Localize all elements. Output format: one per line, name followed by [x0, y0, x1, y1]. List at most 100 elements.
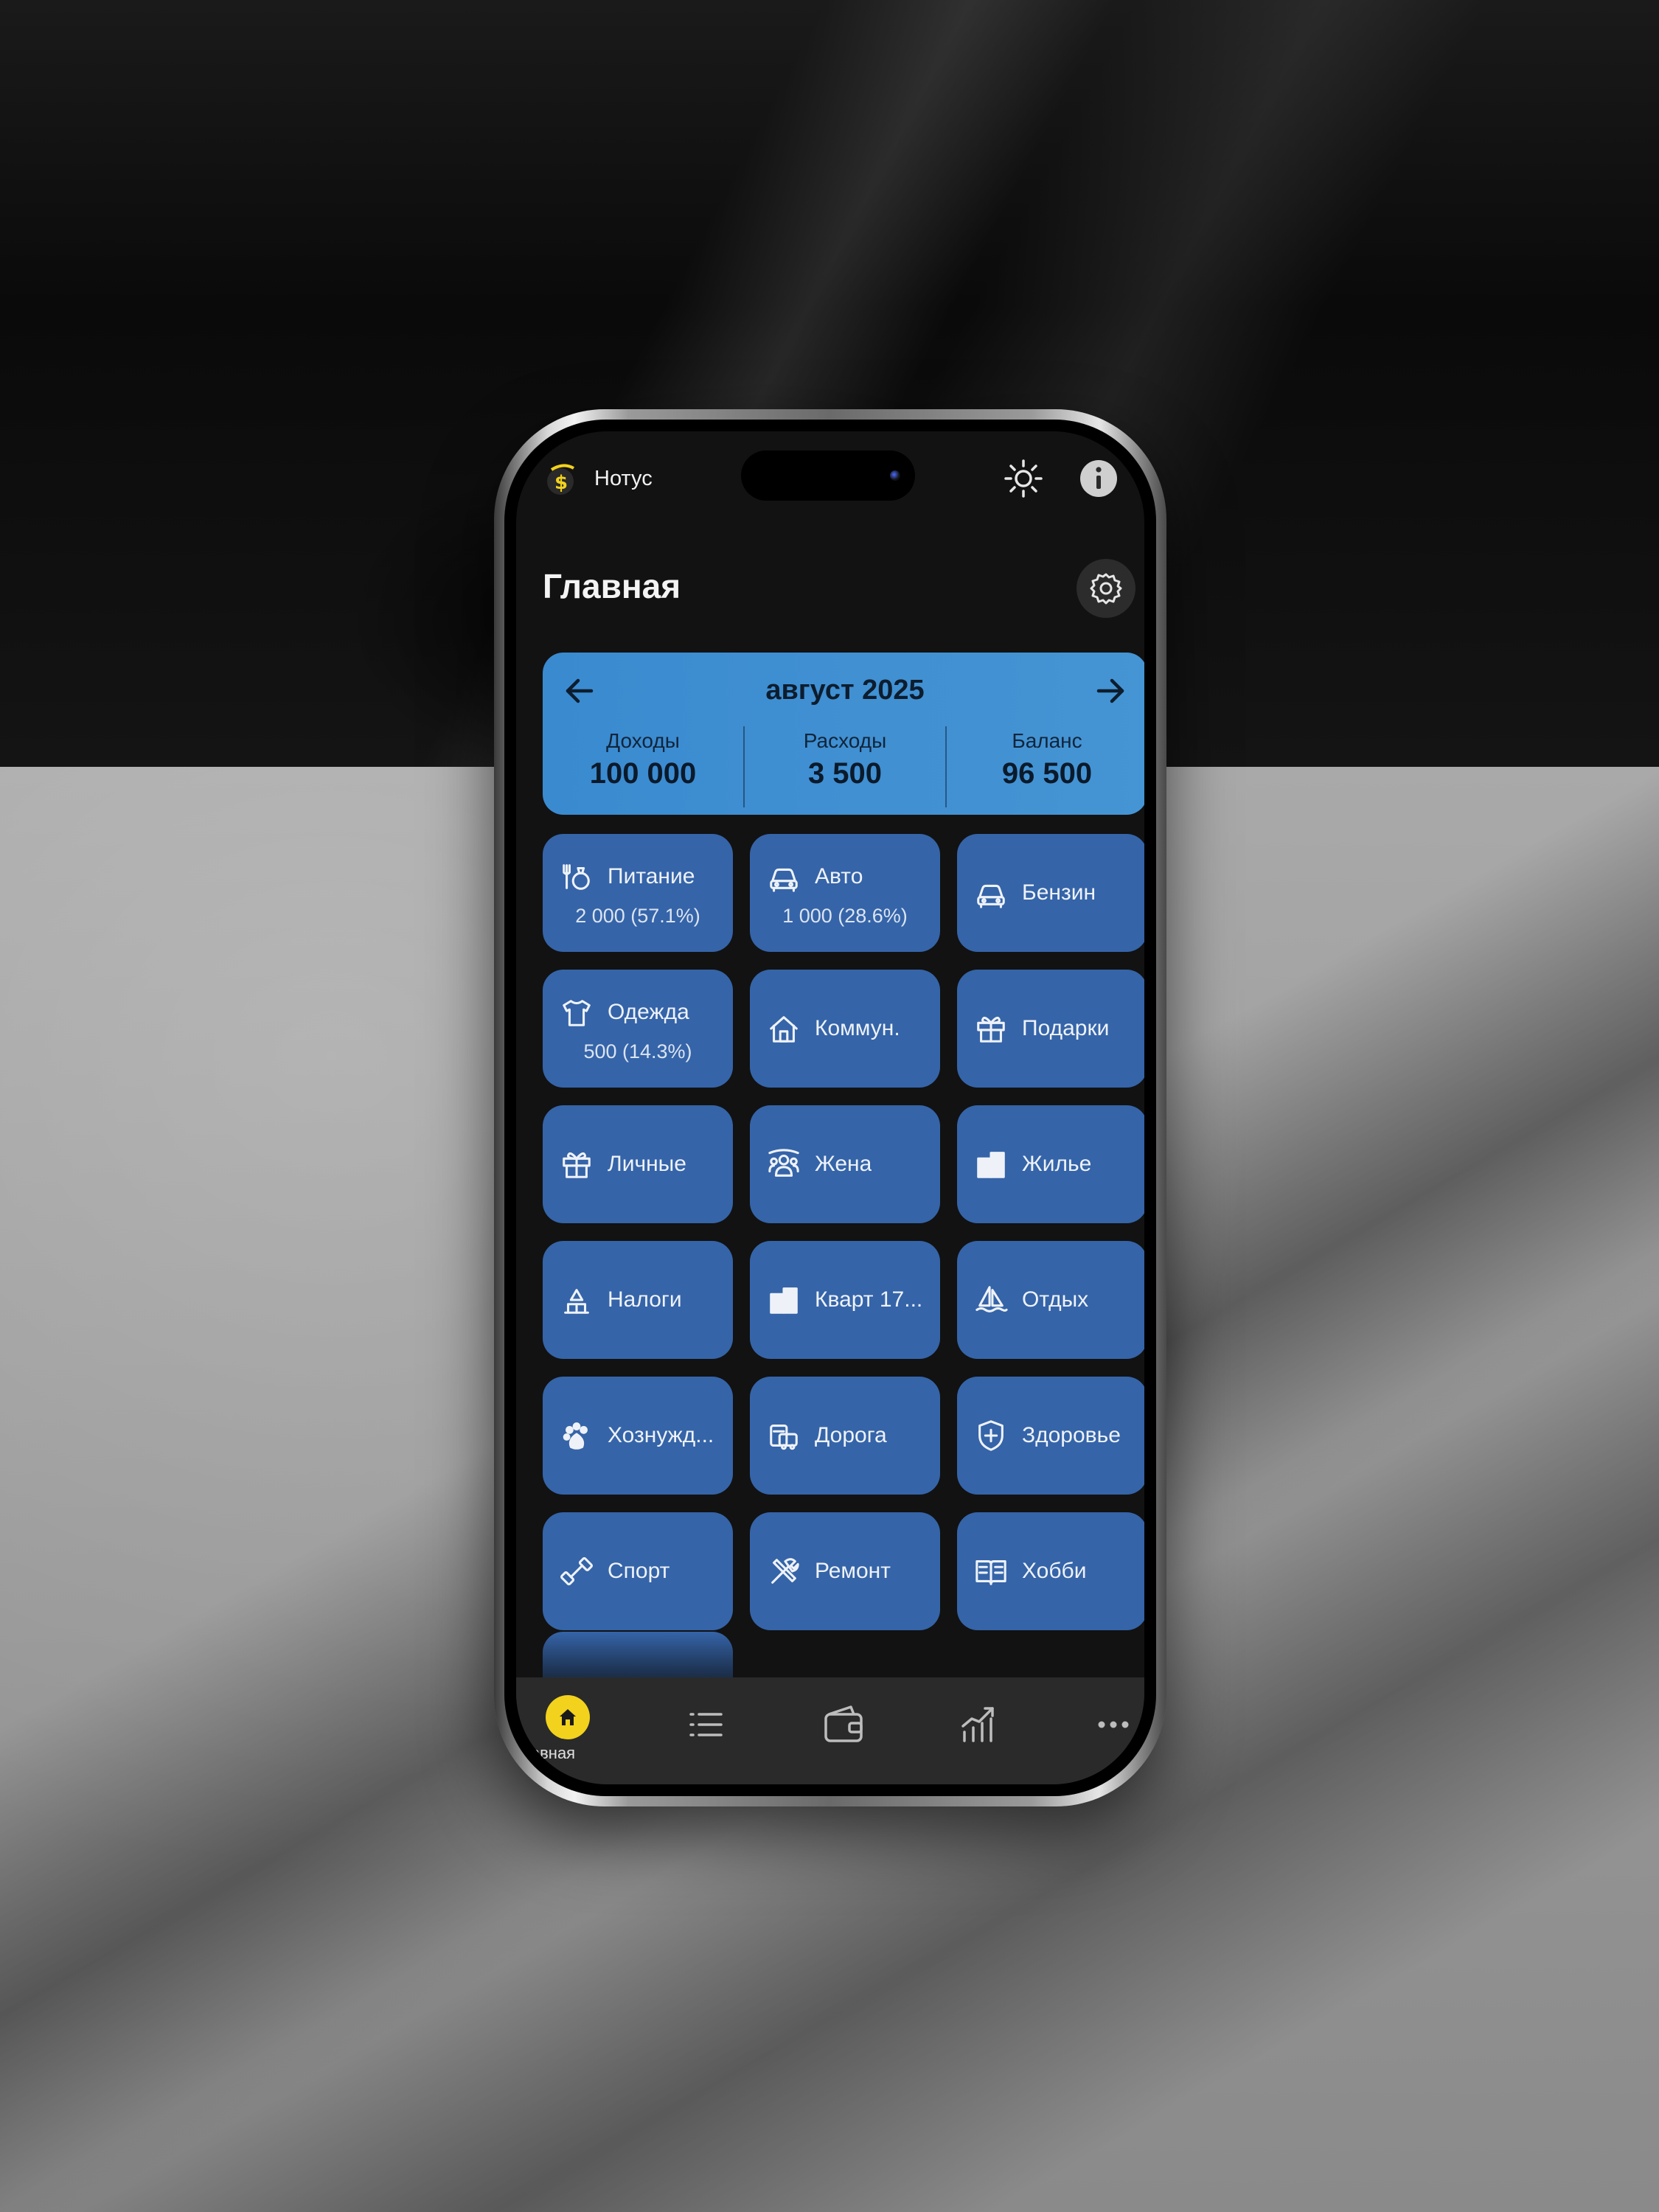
category-label: Здоровье: [1022, 1423, 1121, 1447]
income-value: 100 000: [589, 757, 697, 790]
shield-plus-icon: [973, 1418, 1009, 1453]
phone-bezel: $ Нотус Главная август 2025 Доходы 100 0…: [504, 420, 1156, 1796]
current-month-label: август 2025: [765, 675, 925, 706]
building-icon: [973, 1147, 1009, 1182]
summary-columns: Доходы 100 000 Расходы 3 500 Баланс 96 5…: [543, 726, 1144, 807]
category-label: Коммун.: [815, 1016, 900, 1040]
people-icon: [766, 1147, 801, 1182]
category-label: Подарки: [1022, 1016, 1110, 1040]
category-label: Ремонт: [815, 1559, 891, 1583]
month-navigator: август 2025: [543, 653, 1144, 726]
category-tile[interactable]: Хознужд...: [543, 1377, 733, 1495]
balance-summary[interactable]: Баланс 96 500: [945, 726, 1144, 807]
balance-value: 96 500: [1001, 757, 1093, 790]
category-label: Одежда: [608, 999, 689, 1024]
category-tile[interactable]: Ремонт: [750, 1512, 940, 1630]
month-summary-card: август 2025 Доходы 100 000 Расходы 3 500…: [543, 653, 1144, 815]
page-title: Главная: [543, 567, 681, 605]
car-icon: [766, 859, 801, 894]
gear-icon: [1090, 573, 1122, 605]
category-tile-row: Жена: [766, 1147, 924, 1182]
category-tile-row: Налоги: [559, 1282, 717, 1318]
category-tile[interactable]: Питание 2 000 (57.1%): [543, 834, 733, 952]
app-screen: $ Нотус Главная август 2025 Доходы 100 0…: [516, 431, 1144, 1784]
top-bar: $ Нотус: [516, 431, 1144, 520]
category-tile[interactable]: Отдых: [957, 1241, 1144, 1359]
category-tile[interactable]: Авто 1 000 (28.6%): [750, 834, 940, 952]
category-tile[interactable]: Личные: [543, 1105, 733, 1223]
svg-text:$: $: [554, 472, 568, 494]
expense-value: 3 500: [807, 757, 883, 790]
category-label: Жилье: [1022, 1152, 1092, 1176]
category-tile-row: Личные: [559, 1147, 717, 1182]
nav-analytics[interactable]: [928, 1673, 1031, 1776]
category-label: Кварт 17...: [815, 1287, 923, 1312]
category-tile[interactable]: Кварт 17...: [750, 1241, 940, 1359]
app-name: Нотус: [594, 467, 653, 490]
category-tile-row: Дорога: [766, 1418, 924, 1453]
book-icon: [973, 1554, 1009, 1589]
category-tile[interactable]: Жилье: [957, 1105, 1144, 1223]
expense-label: Расходы: [803, 729, 887, 752]
category-tile-row: Спорт: [559, 1554, 717, 1589]
category-label: Хобби: [1022, 1559, 1087, 1583]
settings-button[interactable]: [1077, 559, 1135, 618]
income-summary[interactable]: Доходы 100 000: [543, 726, 743, 807]
nav-list[interactable]: [655, 1673, 758, 1776]
category-tile[interactable]: Хобби: [957, 1512, 1144, 1630]
tools-icon: [766, 1554, 801, 1589]
home-icon: [546, 1695, 590, 1739]
category-amount: 2 000 (57.1%): [575, 904, 700, 927]
category-label: Питание: [608, 863, 695, 888]
nav-home[interactable]: авная: [516, 1677, 619, 1781]
gift-icon: [973, 1011, 1009, 1046]
house-icon: [766, 1011, 801, 1046]
category-tile-row: Бензин: [973, 875, 1131, 911]
category-tile[interactable]: Подарки: [957, 970, 1144, 1088]
phone-frame: $ Нотус Главная август 2025 Доходы 100 0…: [494, 409, 1166, 1806]
chart-growth-icon: [961, 1707, 994, 1742]
category-tile[interactable]: Жена: [750, 1105, 940, 1223]
category-label: Спорт: [608, 1559, 670, 1583]
category-label: Отдых: [1022, 1287, 1089, 1312]
category-tile[interactable]: Коммун.: [750, 970, 940, 1088]
category-tile[interactable]: Налоги: [543, 1241, 733, 1359]
page-header: Главная: [516, 553, 1144, 619]
bank-icon: [559, 1282, 594, 1318]
arrow-right-icon: [1096, 678, 1124, 703]
next-month-button[interactable]: [1087, 667, 1134, 714]
category-tile-row: Подарки: [973, 1011, 1131, 1046]
category-tile[interactable]: Одежда 500 (14.3%): [543, 970, 733, 1088]
food-icon: [559, 859, 594, 894]
category-tile-row: Хобби: [973, 1554, 1131, 1589]
nav-home-label: авная: [530, 1744, 576, 1762]
nav-more[interactable]: [1062, 1673, 1144, 1776]
balance-label: Баланс: [1012, 729, 1082, 752]
category-tile-row: Одежда: [559, 995, 717, 1030]
bottom-navigation: авная: [516, 1677, 1144, 1784]
category-label: Бензин: [1022, 880, 1096, 905]
category-tile-row: Авто: [766, 859, 924, 894]
building-icon: [766, 1282, 801, 1318]
category-tile-row: Хознужд...: [559, 1418, 717, 1453]
income-label: Доходы: [606, 729, 680, 752]
category-tile[interactable]: Здоровье: [957, 1377, 1144, 1495]
car-icon: [973, 875, 1009, 911]
category-tile-row: Жилье: [973, 1147, 1131, 1182]
app-logo-icon: $: [544, 461, 581, 498]
category-amount: 500 (14.3%): [583, 1040, 692, 1062]
sailboat-icon: [973, 1282, 1009, 1318]
category-grid: Питание 2 000 (57.1%) Авто 1 000 (28.6%) Бен…: [543, 834, 1144, 1630]
category-tile[interactable]: Бензин: [957, 834, 1144, 952]
expense-summary[interactable]: Расходы 3 500: [743, 726, 945, 807]
nav-wallet[interactable]: [792, 1673, 895, 1776]
category-tile[interactable]: Дорога: [750, 1377, 940, 1495]
category-label: Авто: [815, 863, 863, 888]
category-tile[interactable]: Спорт: [543, 1512, 733, 1630]
category-tile-row: Кварт 17...: [766, 1282, 924, 1318]
theme-toggle-sun-icon[interactable]: [1003, 458, 1044, 499]
category-tile-row: Отдых: [973, 1282, 1131, 1318]
paw-icon: [559, 1418, 594, 1453]
info-icon[interactable]: [1078, 458, 1119, 499]
tshirt-icon: [559, 995, 594, 1030]
